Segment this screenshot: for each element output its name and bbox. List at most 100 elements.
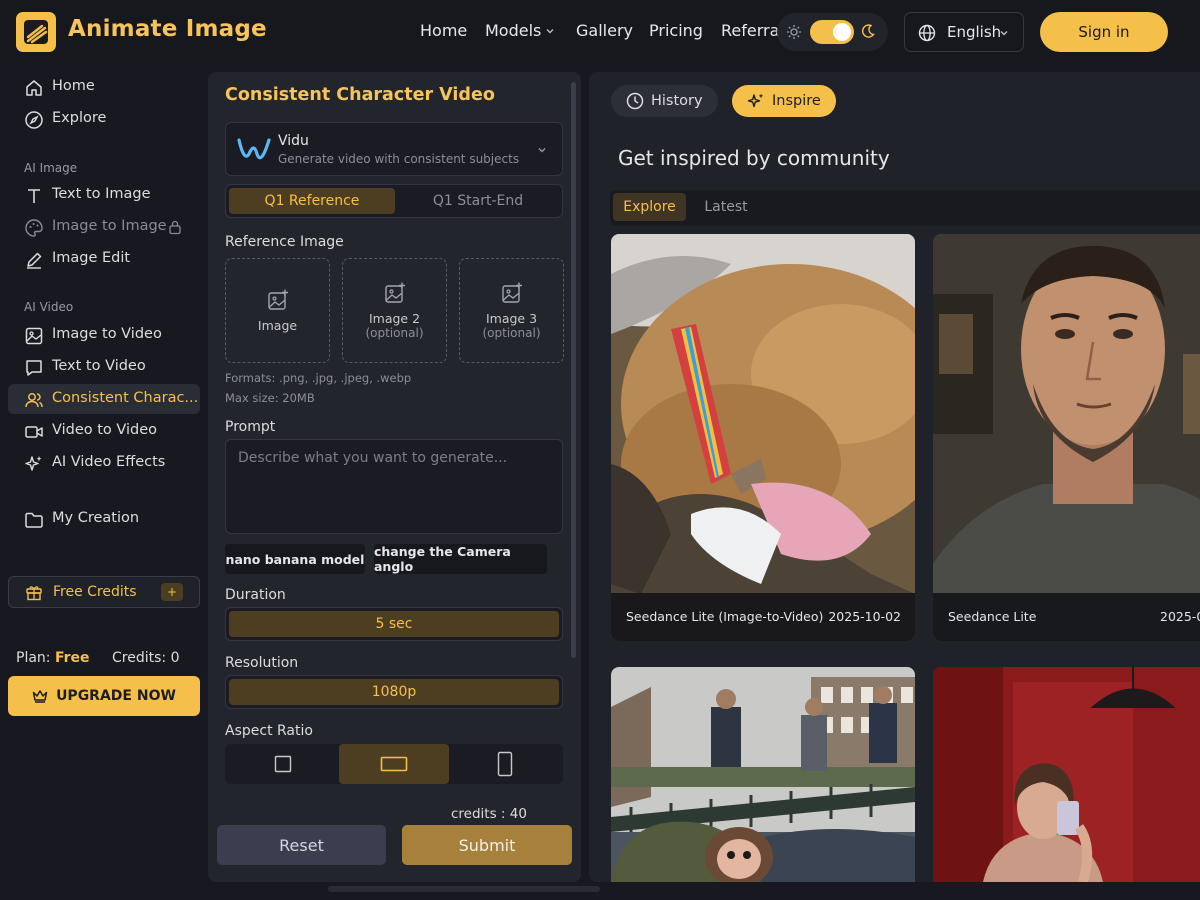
history-tab[interactable]: History [611, 85, 718, 117]
sidebar-item-explore[interactable]: Explore [8, 104, 200, 134]
sidebar-item-image-to-video[interactable]: Image to Video [8, 320, 200, 350]
dog-thumbnail [611, 234, 915, 641]
mode-q1-reference[interactable]: Q1 Reference [229, 188, 395, 214]
chevron-down-icon [546, 28, 554, 33]
horizontal-scrollbar[interactable] [328, 886, 600, 892]
upgrade-button[interactable]: UPGRADE NOW [8, 676, 200, 716]
nav-pricing[interactable]: Pricing [649, 21, 703, 40]
text-icon [28, 189, 40, 203]
image-icon [25, 327, 43, 345]
upload-image-3[interactable]: Image 3 (optional) [459, 258, 564, 363]
nav-models[interactable]: Models [485, 21, 555, 40]
nav-referral[interactable]: Referral [721, 21, 784, 40]
duration-select[interactable]: 5 sec [225, 607, 563, 641]
prompt-label: Prompt [225, 419, 276, 435]
nav-models-label: Models [485, 21, 542, 40]
card-caption: Seedance Lite 2025-0 [933, 593, 1200, 641]
message-icon [26, 360, 42, 376]
plan-label: Plan: [16, 650, 51, 666]
resolution-select[interactable]: 1080p [225, 675, 563, 709]
panel-title: Consistent Character Video [225, 85, 495, 105]
theme-switch[interactable] [810, 20, 854, 44]
sidebar-item-label: Consistent Charac... [52, 390, 199, 406]
square-icon [274, 755, 292, 773]
sidebar-item-text-to-video[interactable]: Text to Video [8, 352, 200, 382]
card-model: Seedance Lite (Image-to-Video) [626, 609, 824, 624]
sparkles-icon [25, 456, 42, 471]
sidebar-item-consistent-character[interactable]: Consistent Charac... [8, 384, 200, 414]
community-card[interactable] [611, 667, 915, 882]
tab-latest[interactable]: Latest [696, 193, 756, 221]
plan-info: Plan: Free [16, 650, 90, 666]
theme-toggle[interactable] [777, 13, 888, 51]
aspect-ratio-selector [225, 744, 563, 784]
sidebar-item-label: Image Edit [52, 250, 131, 266]
pencil-icon [27, 252, 42, 269]
prompt-suggestion-chip[interactable]: change the Camera anglo [374, 544, 547, 574]
chevron-down-icon [538, 148, 546, 153]
reset-button[interactable]: Reset [217, 825, 386, 865]
sidebar-item-my-creation[interactable]: My Creation [8, 504, 200, 534]
language-select[interactable]: English [904, 12, 1024, 52]
free-credits-button[interactable]: Free Credits + [8, 576, 200, 608]
upload-optional-label: (optional) [365, 326, 424, 340]
brand-name[interactable]: Animate Image [68, 16, 267, 42]
community-card[interactable]: Seedance Lite 2025-0 [933, 234, 1200, 641]
canal-street-thumbnail [611, 667, 915, 882]
aspect-square-option[interactable] [228, 744, 338, 784]
sign-in-button[interactable]: Sign in [1040, 12, 1168, 52]
sparkles-icon [747, 93, 764, 108]
globe-icon [918, 24, 936, 42]
landscape-icon [380, 756, 408, 772]
model-select[interactable]: Vidu Generate video with consistent subj… [225, 122, 563, 176]
sidebar-item-video-to-video[interactable]: Video to Video [8, 416, 200, 446]
palette-icon [25, 219, 43, 237]
prompt-textarea[interactable]: Describe what you want to generate... [225, 439, 563, 534]
formats-hint: Formats: .png, .jpg, .jpeg, .webp [225, 371, 412, 385]
tab-explore[interactable]: Explore [613, 193, 686, 221]
aspect-portrait-option[interactable] [450, 744, 560, 784]
plan-value: Free [54, 650, 90, 666]
upgrade-label: UPGRADE NOW [56, 688, 176, 704]
sidebar-item-image-edit[interactable]: Image Edit [8, 244, 200, 274]
max-size-hint: Max size: 20MB [225, 391, 315, 405]
sidebar-item-text-to-image[interactable]: Text to Image [8, 180, 200, 210]
community-card[interactable]: Seedance Lite (Image-to-Video) 2025-10-0… [611, 234, 915, 641]
section-label-ai-image: AI Image [24, 161, 78, 175]
upload-image-1[interactable]: Image [225, 258, 330, 363]
prompt-suggestion-chip[interactable]: nano banana model [225, 544, 365, 574]
inspire-tab[interactable]: Inspire [732, 85, 836, 117]
nav-home[interactable]: Home [420, 21, 467, 40]
aspect-landscape-option[interactable] [339, 744, 449, 784]
duration-value: 5 sec [229, 611, 559, 637]
community-card[interactable] [933, 667, 1200, 882]
feed-tabs: Explore Latest [610, 190, 1200, 226]
sidebar-item-label: Explore [52, 110, 107, 126]
model-description: Generate video with consistent subjects [278, 152, 520, 166]
upload-optional-label: (optional) [482, 326, 541, 340]
sidebar-item-label: Text to Video [52, 358, 146, 374]
sidebar-item-home[interactable]: Home [8, 72, 200, 102]
duration-label: Duration [225, 587, 286, 603]
mode-q1-start-end[interactable]: Q1 Start-End [395, 188, 561, 214]
resolution-value: 1080p [229, 679, 559, 705]
add-image-icon [384, 282, 405, 303]
portrait-icon [497, 751, 513, 777]
reference-image-label: Reference Image [225, 234, 344, 250]
brand-logo-icon[interactable] [16, 12, 56, 52]
section-label-ai-video: AI Video [24, 300, 74, 314]
sidebar-item-label: Home [52, 78, 95, 94]
sidebar-item-image-to-image[interactable]: Image to Image [8, 212, 200, 242]
nav-gallery[interactable]: Gallery [576, 21, 633, 40]
panel-scrollbar[interactable] [571, 82, 576, 658]
history-label: History [651, 93, 703, 109]
plus-badge: + [161, 583, 183, 601]
sidebar-item-ai-video-effects[interactable]: AI Video Effects [8, 448, 200, 478]
aspect-ratio-label: Aspect Ratio [225, 723, 313, 739]
add-image-icon [501, 282, 522, 303]
submit-button[interactable]: Submit [402, 825, 572, 865]
card-date: 2025-10-02 [828, 609, 901, 624]
card-date: 2025-0 [1160, 609, 1200, 624]
upload-image-2[interactable]: Image 2 (optional) [342, 258, 447, 363]
chevron-down-icon [1000, 31, 1008, 36]
